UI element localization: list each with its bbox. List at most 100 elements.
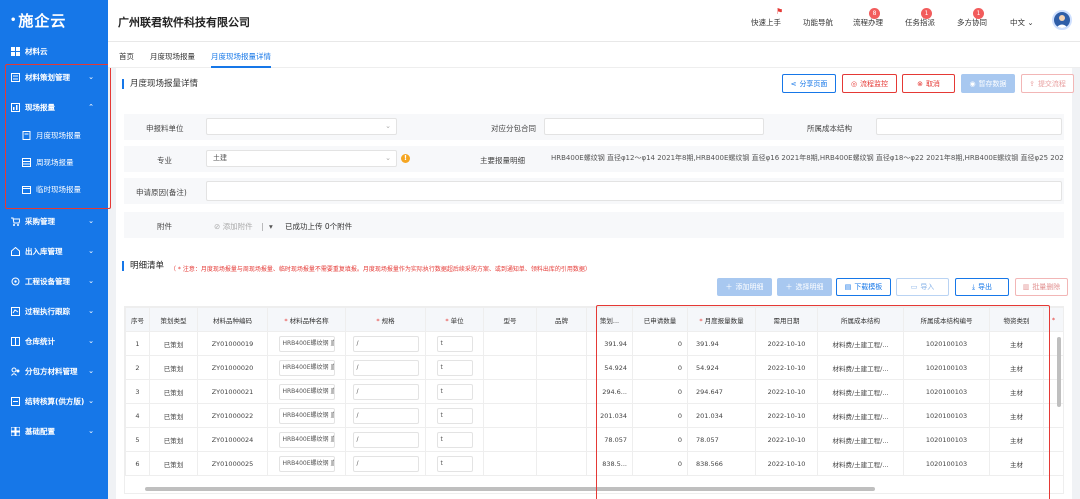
cell-no: 3 xyxy=(125,379,150,404)
cell-model xyxy=(483,331,537,356)
cell-no: 2 xyxy=(125,355,150,380)
paperclip-icon: ⊘ xyxy=(214,222,221,231)
cell-spec: / xyxy=(345,355,426,380)
spec-input[interactable]: / xyxy=(352,431,419,448)
unit-input[interactable]: t xyxy=(436,407,473,424)
cost-structure-label: 所属成本结构 xyxy=(807,124,852,133)
download-icon: ⤓ xyxy=(971,282,976,291)
chevron-down-icon: ⌄ xyxy=(88,427,94,435)
add-detail-button[interactable]: ＋添加明细 xyxy=(717,278,772,296)
download-template-button[interactable]: ▤ 下载模板 xyxy=(836,278,891,296)
caret-down-icon[interactable]: ▾ xyxy=(269,222,273,231)
cell-unit: t xyxy=(425,427,484,452)
chevron-down-icon: ⌄ xyxy=(88,277,94,285)
warning-icon[interactable]: ! xyxy=(401,154,410,163)
cost-structure-input[interactable] xyxy=(876,118,1062,135)
task-assign-link[interactable]: 任务指派 1 xyxy=(905,8,935,28)
cancel-button[interactable]: ⊗ 取消 xyxy=(902,74,955,93)
name-input[interactable]: HRB400E螺纹钢 直 xyxy=(278,431,335,448)
name-input[interactable]: HRB400E螺纹钢 直 xyxy=(278,359,335,376)
cell-spec: / xyxy=(345,379,426,404)
company-name: 广州联君软件科技有限公司 xyxy=(118,16,250,29)
subcontract-icon xyxy=(10,366,20,376)
warehouse-icon xyxy=(10,246,20,256)
spec-input[interactable]: / xyxy=(352,455,419,472)
sidebar-item-material-cloud[interactable]: 材料云 xyxy=(0,40,108,62)
cell-unit: t xyxy=(425,331,484,356)
page-title: 月度现场报量详情 xyxy=(122,79,198,89)
batch-delete-button[interactable]: ▥ 批量删除 xyxy=(1015,278,1068,296)
sidebar-item-purchase[interactable]: 采购管理 ⌄ xyxy=(0,206,108,236)
sidebar-item-warehouse[interactable]: 出入库管理 ⌄ xyxy=(0,236,108,266)
spec-input[interactable]: / xyxy=(352,335,419,352)
spec-input[interactable]: / xyxy=(352,407,419,424)
name-input[interactable]: HRB400E螺纹钢 直 xyxy=(278,407,335,424)
avatar[interactable] xyxy=(1052,10,1072,30)
save-draft-button[interactable]: ◉ 暂存数据 xyxy=(961,74,1015,93)
major-select[interactable]: 土建 ⌄ xyxy=(206,150,397,167)
tabs-bar: 首页 月度现场报量 月度现场报量详情 xyxy=(108,42,1080,68)
reason-textarea[interactable] xyxy=(206,181,1062,201)
spec-input[interactable]: / xyxy=(352,359,419,376)
export-button[interactable]: ⤓ 导出 xyxy=(955,278,1009,296)
quick-start-link[interactable]: ⚑ 快速上手 xyxy=(751,7,783,28)
cell-code: ZY01000025 xyxy=(197,451,268,476)
sidebar-item-tracking[interactable]: 过程执行跟踪 ⌄ xyxy=(0,296,108,326)
detail-title: 明细清单 xyxy=(122,261,164,271)
add-attachment-button[interactable]: ⊘ 添加附件 | ▾ xyxy=(214,221,273,232)
unit-input[interactable]: t xyxy=(436,335,473,352)
settle-icon xyxy=(10,396,20,406)
cell-code: ZY01000022 xyxy=(197,403,268,428)
sidebar-item-stats[interactable]: 仓库统计 ⌄ xyxy=(0,326,108,356)
cell-unit: t xyxy=(425,379,484,404)
unit-input[interactable]: t xyxy=(436,383,473,400)
task-badge: 1 xyxy=(921,8,932,19)
name-input[interactable]: HRB400E螺纹钢 直 xyxy=(278,455,335,472)
share-page-button[interactable]: ⋖ 分享页面 xyxy=(782,74,836,93)
language-select[interactable]: 中文 ⌄ xyxy=(1010,17,1034,28)
cell-name: HRB400E螺纹钢 直 xyxy=(267,331,346,356)
attachment-status: 已成功上传 0个附件 xyxy=(285,222,353,231)
unit-input[interactable]: t xyxy=(436,455,473,472)
tab-monthly-report-detail[interactable]: 月度现场报量详情 xyxy=(211,51,271,62)
applicant-unit-label: 申报料单位 xyxy=(146,124,184,133)
sidebar-item-config[interactable]: 基础配置 ⌄ xyxy=(0,416,108,446)
cell-type: 已策划 xyxy=(149,331,198,356)
col-header-type: 策划类型 xyxy=(149,307,198,332)
cell-code: ZY01000021 xyxy=(197,379,268,404)
process-handle-link[interactable]: 流程办理 8 xyxy=(853,8,883,28)
cell-brand xyxy=(536,403,587,428)
cell-spec: / xyxy=(345,427,426,452)
highlight-box-sidebar xyxy=(5,64,111,209)
subcontract-input[interactable] xyxy=(544,118,764,135)
cell-model xyxy=(483,355,537,380)
submit-process-button[interactable]: ⇪ 提交流程 xyxy=(1021,74,1074,93)
attachment-label: 附件 xyxy=(157,222,172,231)
sidebar-item-settlement[interactable]: 结转核算(供方版) ⌄ xyxy=(0,386,108,416)
tab-monthly-report[interactable]: 月度现场报量 xyxy=(150,51,195,62)
unit-input[interactable]: t xyxy=(436,359,473,376)
import-button[interactable]: ▭ 导入 xyxy=(896,278,949,296)
applicant-unit-select[interactable]: ⌄ xyxy=(206,118,397,135)
cell-code: ZY01000020 xyxy=(197,355,268,380)
name-input[interactable]: HRB400E螺纹钢 直 xyxy=(278,335,335,352)
collaboration-link[interactable]: 多方协同 1 xyxy=(957,8,987,28)
trash-icon: ▥ xyxy=(1022,283,1030,291)
cart-icon xyxy=(10,216,20,226)
cell-unit: t xyxy=(425,403,484,428)
spec-input[interactable]: / xyxy=(352,383,419,400)
form-row-3: 申请原因(备注) xyxy=(124,178,1064,204)
vertical-scrollbar[interactable] xyxy=(1057,337,1061,407)
sidebar-item-equipment[interactable]: 工程设备管理 ⌄ xyxy=(0,266,108,296)
cell-no: 5 xyxy=(125,427,150,452)
cell-brand xyxy=(536,331,587,356)
select-detail-button[interactable]: ＋选择明细 xyxy=(777,278,832,296)
sidebar-item-subcontract[interactable]: 分包方材料管理 ⌄ xyxy=(0,356,108,386)
function-nav-link[interactable]: 功能导航 xyxy=(803,17,833,28)
process-monitor-button[interactable]: ◎ 流程监控 xyxy=(842,74,897,93)
name-input[interactable]: HRB400E螺纹钢 直 xyxy=(278,383,335,400)
cell-name: HRB400E螺纹钢 直 xyxy=(267,379,346,404)
unit-input[interactable]: t xyxy=(436,431,473,448)
tab-home[interactable]: 首页 xyxy=(119,51,134,62)
share-icon: ⋖ xyxy=(790,79,797,88)
